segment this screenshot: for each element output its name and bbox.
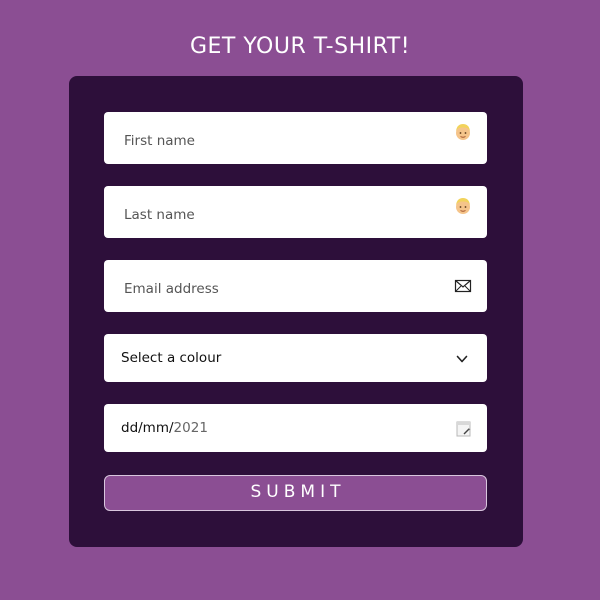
person-emoji-icon — [456, 198, 470, 214]
email-input[interactable] — [104, 260, 487, 312]
person-emoji-icon — [456, 124, 470, 140]
first-name-field — [104, 112, 487, 164]
last-name-field — [104, 186, 487, 238]
submit-button[interactable]: SUBMIT — [104, 475, 487, 511]
date-day-month: dd/mm/ — [121, 420, 174, 436]
calendar-icon[interactable] — [456, 420, 472, 438]
email-field — [104, 260, 487, 312]
date-input-value[interactable]: dd/mm/2021 — [121, 420, 208, 436]
colour-select[interactable]: Select a colour — [104, 334, 487, 382]
first-name-input[interactable] — [104, 112, 487, 164]
envelope-icon — [454, 279, 472, 293]
page-title: GET YOUR T-SHIRT! — [189, 34, 411, 59]
date-field[interactable]: dd/mm/2021 — [104, 404, 487, 452]
last-name-input[interactable] — [104, 186, 487, 238]
colour-select-value: Select a colour — [121, 350, 222, 366]
date-year: 2021 — [173, 420, 208, 436]
tshirt-form-card: Select a colour dd/mm/2021 SUBMIT — [69, 76, 523, 547]
chevron-down-icon — [456, 355, 468, 363]
